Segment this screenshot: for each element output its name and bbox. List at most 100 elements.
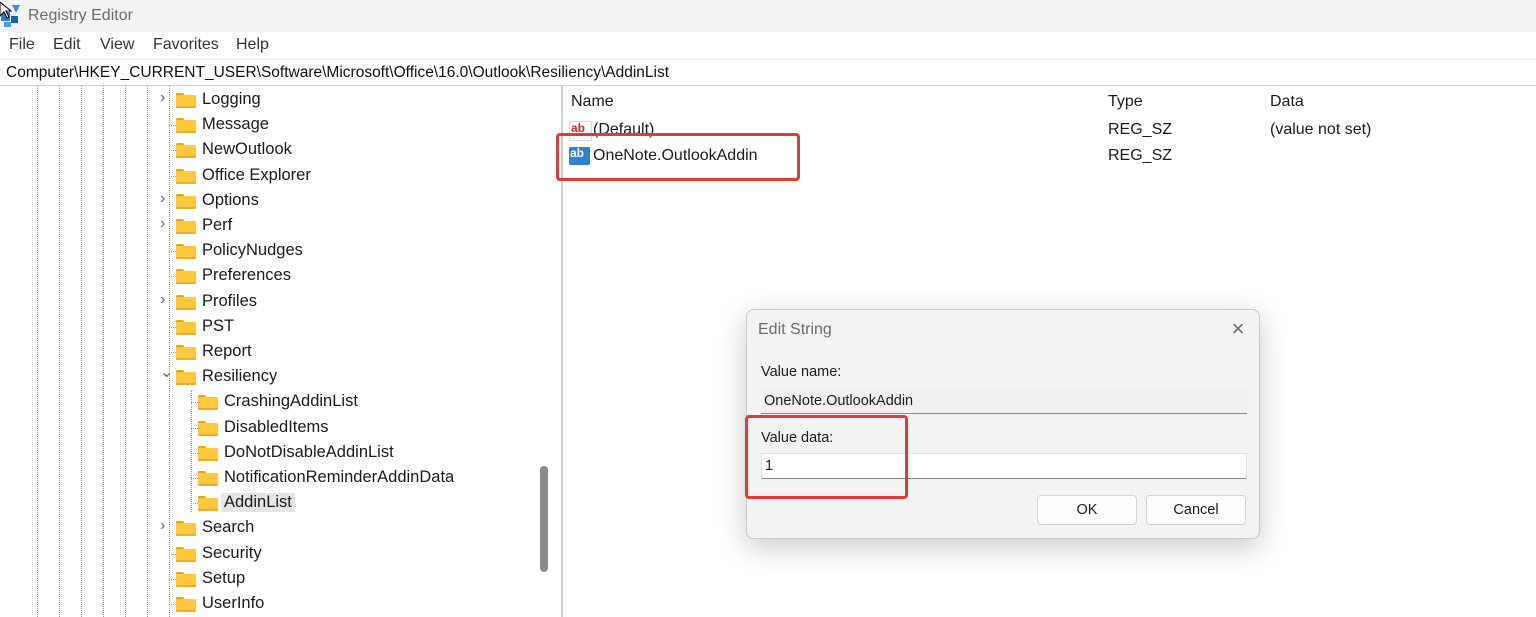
registry-editor-icon	[0, 2, 20, 27]
tree-item[interactable]: AddinList	[0, 491, 530, 515]
tree-scrollbar-thumb[interactable]	[540, 466, 548, 572]
tree-item-label: AddinList	[221, 493, 295, 513]
tree-item[interactable]: UserInfo	[0, 592, 530, 616]
folder-icon	[176, 571, 196, 587]
folder-icon	[198, 395, 218, 411]
tree-connector	[191, 503, 198, 505]
tree-item[interactable]: › Search	[0, 516, 530, 540]
chevron-right-icon[interactable]: ›	[160, 215, 172, 233]
value-name-field[interactable]	[761, 388, 1247, 414]
tree-item-label: Resiliency	[202, 367, 278, 386]
tree-item[interactable]: PolicyNudges	[0, 239, 530, 263]
tree-connector	[169, 125, 176, 127]
column-type[interactable]: Type	[1108, 93, 1143, 111]
tree-item-label: Logging	[202, 90, 261, 108]
title-bar: Registry Editor	[0, 0, 1536, 32]
folder-icon	[176, 118, 196, 134]
folder-icon	[176, 168, 196, 184]
tree-item[interactable]: Security	[0, 542, 530, 566]
window-title: Registry Editor	[28, 7, 133, 24]
menu-help[interactable]: Help	[236, 36, 269, 54]
ok-button[interactable]: OK	[1037, 495, 1137, 525]
tree-item-label: Message	[202, 115, 269, 134]
tree-item-label: NewOutlook	[202, 140, 292, 159]
tree-item-label: CrashingAddinList	[224, 392, 358, 411]
tree-connector	[169, 604, 176, 605]
chevron-down-icon[interactable]: ⌄	[160, 362, 173, 382]
chevron-right-icon[interactable]: ›	[160, 89, 172, 107]
tree-connector	[191, 427, 198, 429]
tree-item[interactable]: › Perf	[0, 214, 530, 238]
menu-view[interactable]: View	[100, 36, 134, 54]
folder-icon	[176, 521, 196, 537]
tree-connector	[169, 553, 176, 555]
tree-item[interactable]: › Options	[0, 189, 530, 213]
dialog-title: Edit String	[758, 321, 832, 338]
folder-icon	[176, 269, 196, 285]
key-tree[interactable]: › Logging Message NewOutlook Office Explorer…	[0, 86, 554, 617]
tree-item[interactable]: ⌄ Resiliency	[0, 362, 530, 389]
folder-icon	[176, 345, 196, 360]
folder-icon	[176, 219, 196, 234]
tree-item-label: DisabledItems	[224, 417, 329, 436]
tree-item-label: Perf	[202, 216, 233, 234]
tree-item[interactable]: NewOutlook	[0, 138, 530, 162]
tree-item-label: PolicyNudges	[202, 241, 303, 260]
tree-item[interactable]: Message	[0, 113, 530, 137]
tree-connector	[169, 251, 176, 253]
folder-icon	[176, 370, 196, 386]
close-icon[interactable]: ×	[1227, 318, 1249, 340]
highlight-value-row	[556, 133, 800, 181]
folder-icon	[176, 294, 196, 310]
tree-connector	[169, 175, 176, 177]
tree-item[interactable]: CrashingAddinList	[0, 390, 530, 414]
tree-connector	[169, 578, 176, 580]
chevron-right-icon[interactable]: ›	[160, 291, 172, 309]
tree-item[interactable]: DoNotDisableAddinList	[0, 441, 530, 465]
address-path[interactable]: Computer\HKEY_CURRENT_USER\Software\Micr…	[6, 64, 669, 82]
tree-connector	[169, 352, 176, 353]
tree-item-label: DoNotDisableAddinList	[224, 442, 394, 461]
tree-item-label: Report	[202, 342, 252, 360]
folder-icon	[198, 471, 218, 486]
tree-item[interactable]: NotificationReminderAddinData	[0, 466, 530, 490]
tree-item-label: Search	[202, 518, 255, 537]
tree-item[interactable]: Office Explorer	[0, 164, 530, 188]
menu-bar: File Edit View Favorites Help	[0, 32, 1536, 59]
tree-connector	[169, 276, 176, 278]
tree-item[interactable]: DisabledItems	[0, 416, 530, 440]
tree-item-label: PST	[202, 316, 235, 335]
chevron-right-icon[interactable]: ›	[160, 517, 172, 535]
address-bar[interactable]: Computer\HKEY_CURRENT_USER\Software\Micr…	[0, 59, 1536, 86]
folder-icon	[176, 93, 196, 108]
cancel-button[interactable]: Cancel	[1146, 495, 1246, 525]
menu-favorites[interactable]: Favorites	[153, 36, 219, 54]
folder-icon	[198, 445, 218, 461]
value-data: (value not set)	[1270, 121, 1372, 138]
folder-icon	[176, 546, 196, 562]
tree-item[interactable]: › Profiles	[0, 290, 530, 314]
tree-item-label: NotificationReminderAddinData	[224, 468, 455, 486]
folder-icon	[176, 244, 196, 260]
folder-icon	[198, 496, 218, 512]
tree-item[interactable]: Preferences	[0, 264, 530, 288]
menu-file[interactable]: File	[9, 36, 35, 54]
tree-item[interactable]: › Logging	[0, 88, 530, 112]
value-type: REG_SZ	[1108, 147, 1173, 164]
column-name[interactable]: Name	[571, 93, 614, 111]
tree-item-label: Security	[202, 543, 262, 562]
tree-connector	[169, 326, 176, 328]
tree-item[interactable]: Report	[0, 340, 530, 364]
tree-item-label: Setup	[202, 568, 246, 587]
folder-icon	[176, 143, 196, 159]
tree-item-label: UserInfo	[202, 594, 265, 612]
chevron-right-icon[interactable]: ›	[160, 190, 172, 208]
tree-item[interactable]: Setup	[0, 567, 530, 591]
column-data[interactable]: Data	[1270, 93, 1304, 111]
tree-item-label: Preferences	[202, 266, 291, 285]
tree-item[interactable]: PST	[0, 315, 530, 339]
folder-icon	[198, 420, 218, 436]
menu-edit[interactable]: Edit	[53, 36, 81, 54]
highlight-value-data	[745, 415, 908, 499]
tree-connector	[191, 402, 198, 404]
